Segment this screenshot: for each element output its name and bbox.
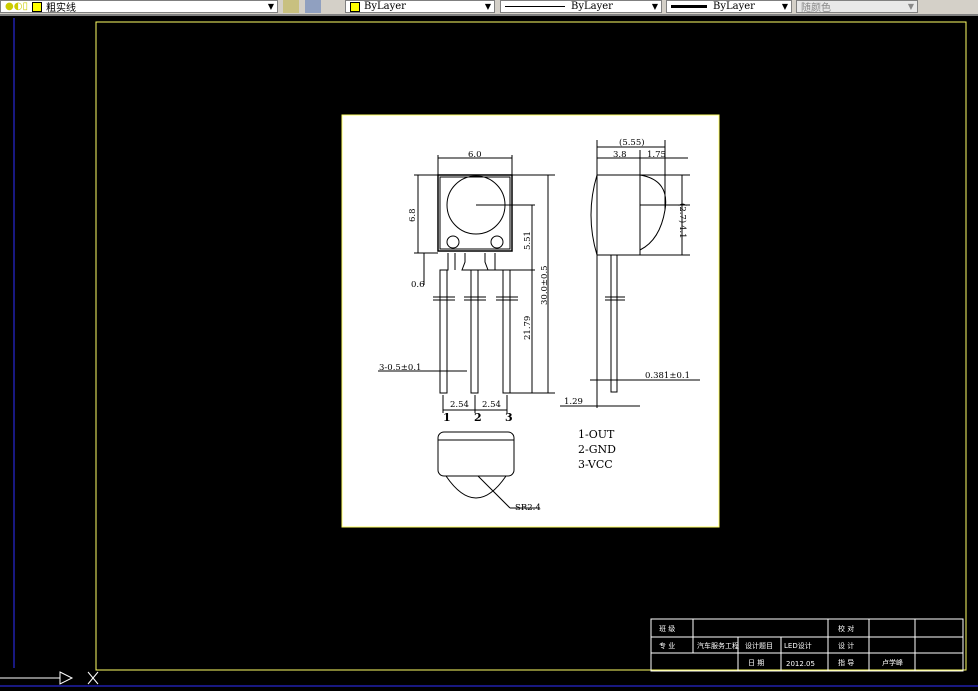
- tb-topic-label: 设计题目: [745, 641, 773, 650]
- dim-tab: 0.6: [411, 280, 425, 290]
- dim-lead-length: 21.79: [523, 316, 533, 340]
- dim-side-dome: 1.75: [647, 150, 666, 160]
- dim-lead-thickness: 0.381±0.1: [645, 371, 690, 381]
- dim-pitch-2: 2.54: [482, 400, 501, 410]
- dim-side-body: 3.8: [613, 150, 627, 160]
- pinout-2: 2-GND: [578, 443, 616, 456]
- ucs-icon: [0, 671, 99, 685]
- dim-dome-lower: 4.1: [677, 225, 687, 239]
- dim-lead-offset: 1.29: [564, 397, 583, 407]
- dim-radius: SR2.4: [515, 503, 541, 513]
- tb-major-value: 汽车服务工程: [697, 641, 739, 650]
- tb-check-label: 校 对: [838, 624, 854, 633]
- tb-date-label: 日 期: [748, 659, 764, 667]
- pinout-3: 3-VCC: [578, 458, 613, 471]
- tb-major-label: 专 业: [659, 641, 675, 650]
- dim-lead-width: 3-0.5±0.1: [379, 363, 421, 373]
- tb-advisor-value: 卢学峰: [882, 658, 903, 667]
- pinout-1: 1-OUT: [578, 428, 615, 441]
- pin-1-label: 1: [443, 411, 451, 424]
- drawing-canvas[interactable]: 6.0 6.8 5.51 30.0±0.5 21.79 0.6 3-0.5±0.…: [0, 0, 978, 691]
- tb-design-label: 设 计: [838, 641, 854, 650]
- pin-3-label: 3: [505, 411, 513, 424]
- dim-lens-offset: 5.51: [523, 231, 533, 250]
- pin-2-label: 2: [474, 411, 482, 424]
- tb-date-value: 2012.05: [786, 660, 815, 668]
- tb-topic-value: LED设计: [784, 641, 812, 650]
- tb-class-label: 班 级: [659, 624, 675, 633]
- dim-width: 6.0: [468, 150, 482, 160]
- dim-dome-height: (2.7): [677, 203, 688, 223]
- dim-height: 6.8: [408, 208, 418, 222]
- tb-advisor-label: 指 导: [838, 658, 854, 667]
- dim-total-length: 30.0±0.5: [540, 265, 550, 305]
- dim-pitch-1: 2.54: [450, 400, 469, 410]
- dim-side-total: (5.55): [619, 137, 645, 148]
